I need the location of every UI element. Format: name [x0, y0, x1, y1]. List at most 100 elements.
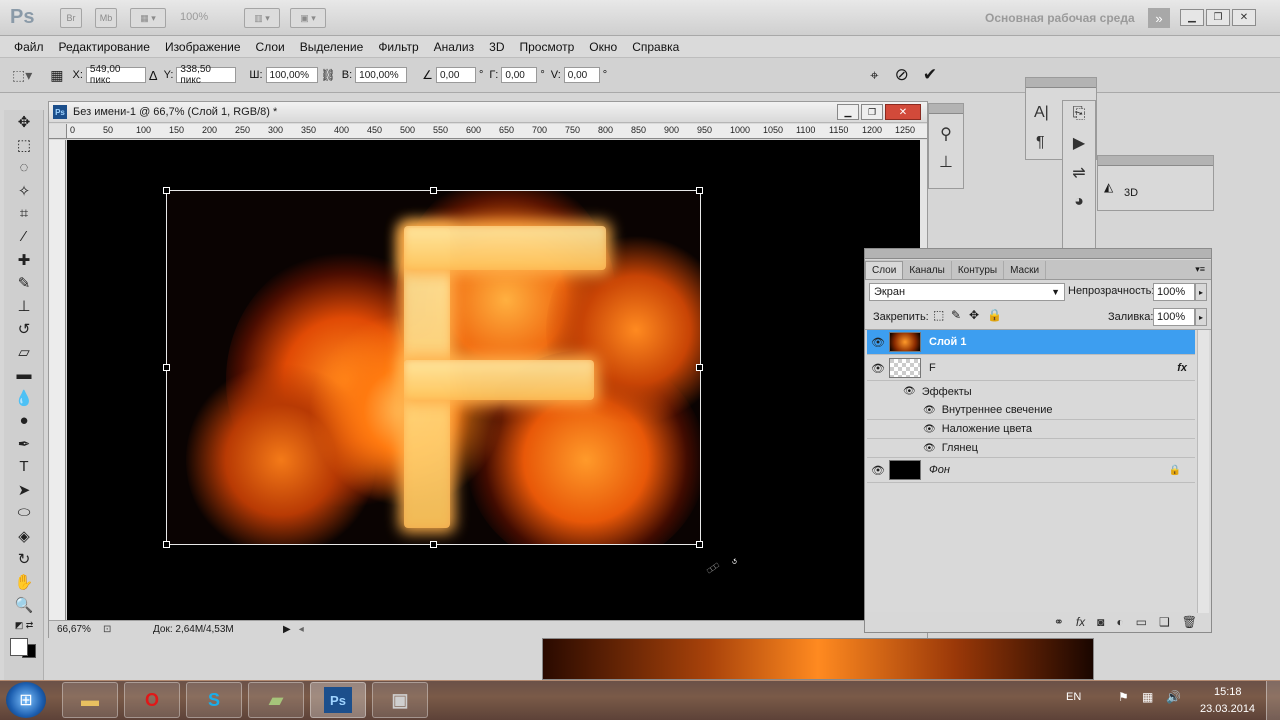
new-group-icon[interactable]: ▭	[1136, 615, 1147, 629]
language-indicator[interactable]: EN	[1066, 691, 1081, 703]
panel-header[interactable]	[929, 104, 963, 114]
mini-bridge-button[interactable]: Mb	[95, 8, 117, 28]
visibility-eye-icon[interactable]: 👁	[923, 443, 936, 454]
photoshop-taskbar-button[interactable]: Ps	[310, 682, 366, 718]
lock-all-icon[interactable]: 🔒	[987, 308, 1002, 322]
3d-panel-label[interactable]: 3D	[1124, 187, 1138, 199]
eyedropper-tool-icon[interactable]: ⁄	[4, 225, 44, 248]
gradient-tool-icon[interactable]: ▬	[4, 363, 44, 386]
visibility-eye-icon[interactable]: 👁	[903, 386, 916, 397]
lock-transparency-icon[interactable]: ⬚	[933, 308, 944, 322]
commit-transform-icon[interactable]: ✔	[923, 65, 937, 85]
opacity-input[interactable]: 100%	[1153, 283, 1195, 301]
fill-input[interactable]: 100%	[1153, 308, 1195, 326]
workspace-more-icon[interactable]: »	[1148, 8, 1170, 28]
3d-rotate-tool-icon[interactable]: ◈	[4, 524, 44, 547]
panel-header[interactable]	[1026, 78, 1096, 88]
transform-handle[interactable]	[163, 187, 170, 194]
lock-pixels-icon[interactable]: ✎	[951, 308, 961, 322]
workspace-label[interactable]: Основная рабочая среда	[985, 11, 1135, 25]
doc-maximize-button[interactable]: ❐	[861, 104, 883, 120]
menu-help[interactable]: Справка	[632, 40, 679, 54]
volume-icon[interactable]: 🔊	[1166, 690, 1181, 704]
doc-close-button[interactable]: ✕	[885, 104, 921, 120]
doc-minimize-button[interactable]: ▁	[837, 104, 859, 120]
arrange-documents-button[interactable]: ▥ ▾	[244, 8, 280, 28]
lock-position-icon[interactable]: ✥	[969, 308, 979, 322]
effect-row-satin[interactable]: 👁 Глянец	[867, 439, 1195, 458]
layer-row-background[interactable]: 👁 Фон 🔒	[867, 458, 1195, 483]
maximize-button[interactable]: ❐	[1206, 9, 1230, 26]
transform-handle[interactable]	[696, 364, 703, 371]
explorer-taskbar-icon[interactable]: ▬	[62, 682, 118, 718]
zoom-tool-icon[interactable]: 🔍	[4, 593, 44, 616]
clone-stamp-tool-icon[interactable]: ⊥	[4, 294, 44, 317]
magic-wand-tool-icon[interactable]: ✧	[4, 179, 44, 202]
panel-menu-icon[interactable]: ▾≡	[1195, 264, 1205, 275]
fill-slider-arrow-icon[interactable]: ▸	[1195, 308, 1207, 326]
layer-row-layer1[interactable]: 👁 Слой 1	[867, 330, 1195, 355]
blend-mode-select[interactable]: Экран ▼	[869, 283, 1065, 301]
type-tool-icon[interactable]: T	[4, 455, 44, 478]
tab-paths[interactable]: Контуры	[952, 261, 1005, 279]
trash-icon[interactable]: 🗑	[1182, 615, 1197, 629]
transform-handle[interactable]	[163, 364, 170, 371]
layers-scrollbar[interactable]	[1197, 330, 1209, 613]
notes-taskbar-icon[interactable]: ▰	[248, 682, 304, 718]
effect-row-color-overlay[interactable]: 👁 Наложение цвета	[867, 420, 1195, 439]
visibility-eye-icon[interactable]: 👁	[867, 362, 889, 375]
warp-mode-icon[interactable]: ⌖	[870, 67, 878, 84]
path-selection-tool-icon[interactable]: ➤	[4, 478, 44, 501]
link-icon[interactable]: ⛓	[321, 68, 336, 82]
rotation-angle-input[interactable]: 0,00	[435, 67, 476, 83]
menu-analysis[interactable]: Анализ	[434, 40, 475, 54]
eraser-tool-icon[interactable]: ▱	[4, 340, 44, 363]
menu-view[interactable]: Просмотр	[519, 40, 574, 54]
screen-mode-button[interactable]: ▣ ▾	[290, 8, 326, 28]
new-layer-icon[interactable]: ❑	[1159, 615, 1170, 629]
layer-effects-fx-icon[interactable]: fx	[1177, 362, 1187, 374]
character-panel-icon[interactable]: A|	[1034, 104, 1049, 122]
zoom-level-display[interactable]: 100%	[180, 11, 208, 23]
history-brush-tool-icon[interactable]: ↺	[4, 317, 44, 340]
visibility-eye-icon[interactable]: 👁	[867, 464, 889, 477]
menu-filter[interactable]: Фильтр	[378, 40, 418, 54]
clock-date[interactable]: 23.03.2014	[1200, 703, 1255, 715]
bridge-launch-button[interactable]: Br	[60, 8, 82, 28]
tab-layers[interactable]: Слои	[865, 261, 904, 279]
zoom-percentage[interactable]: 66,67%	[49, 624, 103, 635]
add-style-icon[interactable]: fx	[1076, 615, 1085, 629]
3d-orbit-tool-icon[interactable]: ↻	[4, 547, 44, 570]
hand-tool-icon[interactable]: ✋	[4, 570, 44, 593]
healing-brush-tool-icon[interactable]: ✚	[4, 248, 44, 271]
opacity-slider-arrow-icon[interactable]: ▸	[1195, 283, 1207, 301]
horizontal-skew-input[interactable]: 0,00	[501, 67, 538, 83]
menu-window[interactable]: Окно	[589, 40, 617, 54]
brush-tool-icon[interactable]: ✎	[4, 271, 44, 294]
background-document-peek[interactable]	[542, 638, 1094, 680]
foreground-color-swatch[interactable]	[10, 638, 28, 656]
visibility-eye-icon[interactable]: 👁	[923, 405, 936, 416]
adjustments-panel-icon[interactable]: ⇌	[1063, 163, 1095, 183]
adjustment-layer-icon[interactable]: ◐	[1116, 615, 1123, 629]
dodge-tool-icon[interactable]: ●	[4, 409, 44, 432]
actions-panel-icon[interactable]: ▶	[1063, 133, 1095, 153]
width-scale-input[interactable]: 100,00%	[265, 67, 318, 83]
visibility-eye-icon[interactable]: 👁	[923, 424, 936, 435]
transform-tool-icon[interactable]: ⬚▾	[12, 67, 32, 84]
menu-select[interactable]: Выделение	[300, 40, 364, 54]
height-scale-input[interactable]: 100,00%	[355, 67, 408, 83]
layer-row-f[interactable]: 👁 F fx	[867, 356, 1195, 381]
camera-taskbar-icon[interactable]: ▣	[372, 682, 428, 718]
delta-icon[interactable]: Δ	[149, 68, 158, 83]
blur-tool-icon[interactable]: 💧	[4, 386, 44, 409]
pen-tool-icon[interactable]: ✒	[4, 432, 44, 455]
ellipse-tool-icon[interactable]: ⬭	[4, 501, 44, 524]
transform-handle[interactable]	[163, 541, 170, 548]
move-tool-icon[interactable]: ✥	[4, 110, 44, 133]
panel-header[interactable]	[865, 249, 1211, 259]
history-panel-icon[interactable]: ⎘	[1063, 105, 1095, 123]
status-menu-icon[interactable]: ⊡	[103, 624, 153, 635]
transform-handle[interactable]	[696, 187, 703, 194]
transform-handle[interactable]	[696, 541, 703, 548]
